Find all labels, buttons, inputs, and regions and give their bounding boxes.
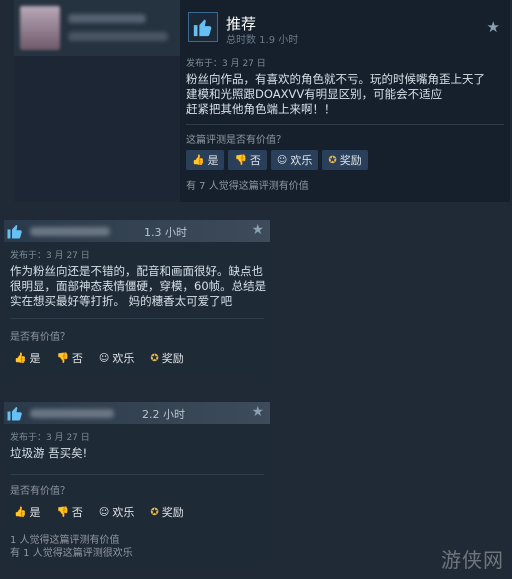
review-hours: 1.3 小时 bbox=[144, 226, 187, 239]
vote-row: 👍 是 👎 否 ☺ 欢乐 ✪ 奖励 bbox=[8, 502, 190, 522]
divider bbox=[186, 124, 504, 125]
divider bbox=[10, 318, 264, 319]
review-hours: 2.2 小时 bbox=[142, 408, 185, 421]
award-button[interactable]: ✪ 奖励 bbox=[144, 502, 189, 522]
review-content-1: 推荐 总时数 1.9 小时 ★ 发布于：3 月 27 日 粉丝向作品，有喜欢的角… bbox=[180, 0, 510, 202]
vote-row: 👍 是 👎 否 ☺ 欢乐 ✪ 奖励 bbox=[186, 150, 368, 170]
thumbs-up-icon: 👍 bbox=[192, 154, 205, 166]
smiley-icon: ☺ bbox=[276, 154, 288, 166]
watermark-logo: 游侠网 bbox=[441, 548, 504, 572]
helpful-question: 是否有价值？ bbox=[10, 486, 70, 497]
award-icon: ✪ bbox=[328, 154, 337, 166]
vote-funny-button[interactable]: ☺ 欢乐 bbox=[93, 348, 140, 368]
helpful-count: 1 人觉得这篇评测有价值 有 1 人觉得这篇评测很欢乐 bbox=[10, 535, 133, 559]
divider bbox=[10, 474, 264, 475]
vote-no-button[interactable]: 👎 否 bbox=[228, 150, 267, 170]
thumbs-up-icon bbox=[6, 404, 24, 422]
reviewer-info-1[interactable] bbox=[14, 0, 182, 56]
review-hours: 总时数 1.9 小时 bbox=[226, 35, 299, 46]
vote-yes-button[interactable]: 👍 是 bbox=[8, 502, 46, 522]
vote-no-button[interactable]: 👎 否 bbox=[50, 502, 88, 522]
helpful-question: 这篇评测是否有价值？ bbox=[186, 135, 286, 146]
review-header-3: 2.2 小时 ★ bbox=[4, 402, 270, 424]
vote-row: 👍 是 👎 否 ☺ 欢乐 ✪ 奖励 bbox=[8, 348, 190, 368]
vote-funny-button[interactable]: ☺ 欢乐 bbox=[270, 150, 319, 170]
review-content-2: 发布于：3 月 27 日 作为粉丝向还是不错的，配音和画面很好。缺点也 很明显，… bbox=[4, 242, 270, 380]
helpful-question: 是否有价值？ bbox=[10, 332, 70, 343]
review-posted-date: 发布于：3 月 27 日 bbox=[10, 433, 90, 443]
thumbs-down-icon: 👎 bbox=[56, 506, 69, 518]
review-text: 垃圾游 吾买矣! bbox=[10, 446, 88, 460]
award-icon: ✪ bbox=[150, 506, 159, 518]
star-icon[interactable]: ★ bbox=[251, 404, 264, 420]
award-icon: ✪ bbox=[150, 352, 159, 364]
vote-funny-button[interactable]: ☺ 欢乐 bbox=[93, 502, 140, 522]
reviewer-name[interactable] bbox=[68, 14, 146, 23]
smiley-icon: ☺ bbox=[98, 352, 110, 364]
vote-yes-button[interactable]: 👍 是 bbox=[186, 150, 225, 170]
award-button[interactable]: ✪ 奖励 bbox=[322, 150, 368, 170]
review-posted-date: 发布于：3 月 27 日 bbox=[10, 251, 90, 261]
thumbs-down-icon: 👎 bbox=[234, 154, 247, 166]
review-posted-date: 发布于：3 月 27 日 bbox=[186, 59, 266, 69]
review-text: 作为粉丝向还是不错的，配音和画面很好。缺点也 很明显，面部神态表情僵硬，穿模，6… bbox=[10, 264, 267, 308]
star-icon[interactable]: ★ bbox=[251, 222, 264, 238]
reviewer-name[interactable] bbox=[30, 409, 114, 418]
helpful-count: 有 7 人觉得这篇评测有价值 bbox=[186, 181, 309, 192]
vote-yes-button[interactable]: 👍 是 bbox=[8, 348, 46, 368]
thumbs-down-icon: 👎 bbox=[56, 352, 69, 364]
thumbs-up-icon bbox=[6, 222, 24, 240]
thumbs-up-icon: 👍 bbox=[14, 506, 27, 518]
review-content-3: 发布于：3 月 27 日 垃圾游 吾买矣! 是否有价值？ 👍 是 👎 否 ☺ 欢乐 ✪… bbox=[4, 424, 270, 564]
thumbs-up-icon bbox=[188, 12, 218, 42]
reviewer-meta bbox=[68, 32, 168, 41]
reviewer-name[interactable] bbox=[30, 227, 110, 236]
thumbs-up-icon: 👍 bbox=[14, 352, 27, 364]
smiley-icon: ☺ bbox=[98, 506, 110, 518]
award-button[interactable]: ✪ 奖励 bbox=[144, 348, 189, 368]
vote-no-button[interactable]: 👎 否 bbox=[50, 348, 88, 368]
review-text: 粉丝向作品，有喜欢的角色就不亏。玩的时候嘴角歪上天了 建模和光照跟DOAXVV有… bbox=[186, 72, 485, 116]
star-icon[interactable]: ★ bbox=[487, 18, 500, 36]
avatar[interactable] bbox=[20, 6, 60, 50]
review-header-2: 1.3 小时 ★ bbox=[4, 220, 270, 242]
